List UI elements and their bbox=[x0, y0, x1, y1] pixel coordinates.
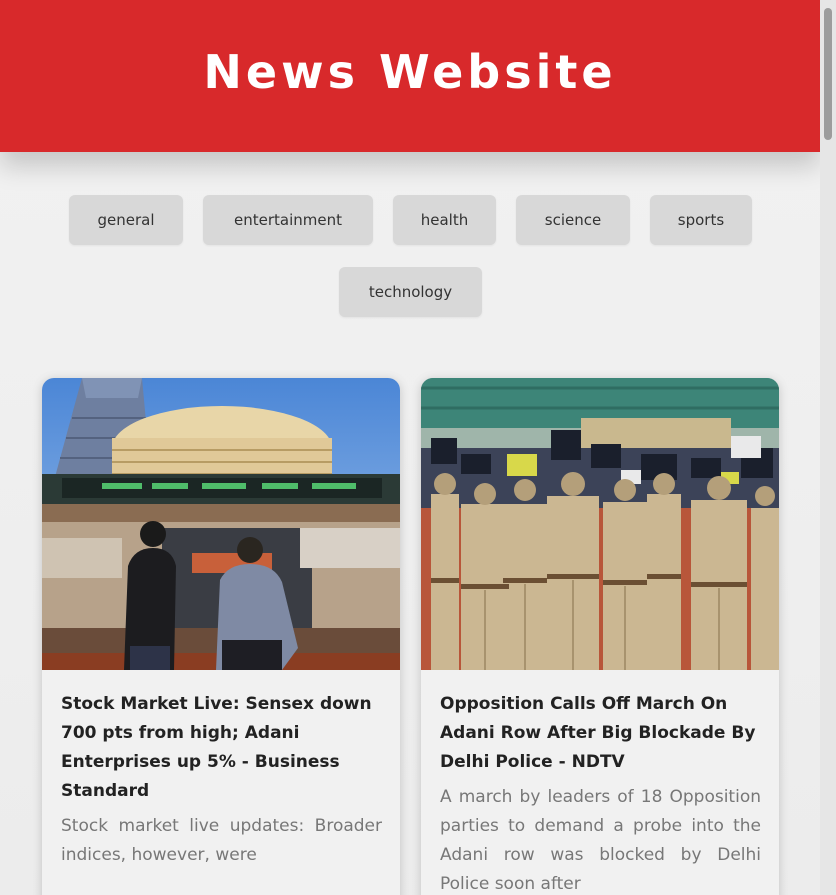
category-button-entertainment[interactable]: entertainment bbox=[203, 195, 373, 245]
page: News Website general entertainment healt… bbox=[0, 0, 820, 895]
article-title[interactable]: Stock Market Live: Sensex down 700 pts f… bbox=[61, 690, 382, 806]
news-card[interactable]: Opposition Calls Off March On Adani Row … bbox=[421, 378, 779, 895]
category-button-science[interactable]: science bbox=[516, 195, 630, 245]
site-title: News Website bbox=[203, 45, 617, 99]
vertical-scrollbar[interactable] bbox=[820, 0, 836, 895]
category-button-technology[interactable]: technology bbox=[339, 267, 482, 317]
category-button-sports[interactable]: sports bbox=[650, 195, 752, 245]
news-card[interactable]: Stock Market Live: Sensex down 700 pts f… bbox=[42, 378, 400, 895]
card-body: Opposition Calls Off March On Adani Row … bbox=[421, 670, 779, 895]
card-body: Stock Market Live: Sensex down 700 pts f… bbox=[42, 670, 400, 870]
category-button-health[interactable]: health bbox=[393, 195, 496, 245]
scrollbar-thumb[interactable] bbox=[824, 8, 832, 140]
article-title[interactable]: Opposition Calls Off March On Adani Row … bbox=[440, 690, 761, 777]
site-header: News Website bbox=[0, 0, 820, 152]
category-button-general[interactable]: general bbox=[69, 195, 183, 245]
article-description: A march by leaders of 18 Opposition part… bbox=[440, 787, 761, 894]
stock-exchange-photo[interactable] bbox=[42, 378, 400, 670]
article-description: Stock market live updates: Broader indic… bbox=[61, 816, 382, 865]
police-blockade-photo[interactable] bbox=[421, 378, 779, 670]
